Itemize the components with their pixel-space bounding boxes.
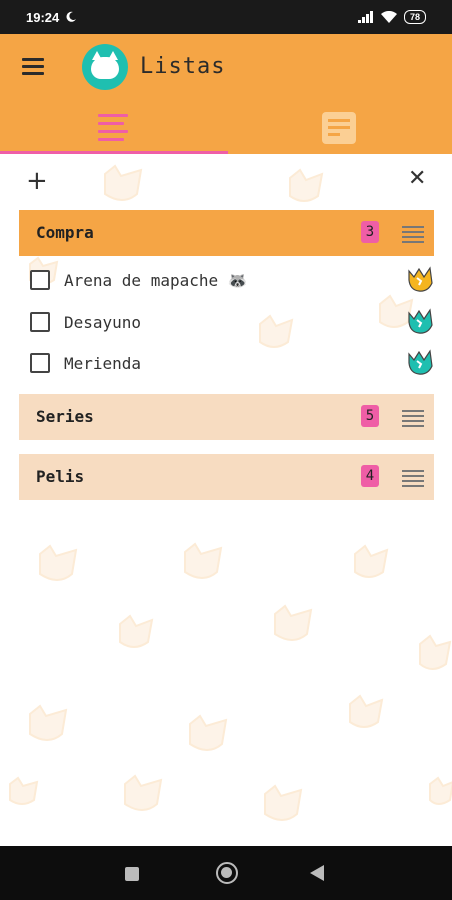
status-bar: 19:24 78 xyxy=(0,0,452,34)
background-pattern xyxy=(9,164,452,821)
do-not-disturb-icon xyxy=(66,11,77,22)
tab-lists[interactable] xyxy=(0,106,228,154)
tab-notes[interactable] xyxy=(228,106,452,154)
system-nav-bar xyxy=(0,846,452,900)
back-icon[interactable] xyxy=(310,865,324,881)
app-title: Listas xyxy=(140,54,226,79)
recents-icon[interactable] xyxy=(125,867,139,881)
add-list-button[interactable]: + xyxy=(26,168,48,194)
list-name: Compra xyxy=(36,223,94,242)
list-item: Desayuno xyxy=(30,307,434,337)
list-item: Merienda xyxy=(30,348,434,378)
close-button[interactable]: ✕ xyxy=(408,168,426,190)
item-label: Desayuno xyxy=(64,313,142,332)
status-icons: 78 xyxy=(357,10,426,24)
signal-icon xyxy=(357,11,373,23)
cat-avatar-icon[interactable] xyxy=(406,307,434,335)
list-item: Arena de mapache 🦝 xyxy=(30,265,434,295)
app-logo xyxy=(82,44,128,90)
list-header-compra[interactable]: Compra 3 xyxy=(19,210,434,256)
drag-handle-icon[interactable] xyxy=(402,226,424,246)
lists-content: + ✕ Compra 3 Arena de mapache 🦝 Desayuno… xyxy=(0,154,452,846)
item-checkbox[interactable] xyxy=(30,270,50,290)
wifi-icon xyxy=(380,11,397,23)
count-badge: 3 xyxy=(361,221,379,243)
list-name: Pelis xyxy=(36,467,85,486)
cat-icon xyxy=(91,51,119,79)
menu-icon[interactable] xyxy=(22,58,44,76)
count-badge: 4 xyxy=(361,465,379,487)
app-bar: Listas xyxy=(0,34,452,154)
count-badge: 5 xyxy=(361,405,379,427)
item-checkbox[interactable] xyxy=(30,312,50,332)
drag-handle-icon[interactable] xyxy=(402,410,424,430)
item-label: Merienda xyxy=(64,354,142,373)
battery-icon: 78 xyxy=(403,10,426,24)
list-header-series[interactable]: Series 5 xyxy=(19,394,434,440)
item-label: Arena de mapache 🦝 xyxy=(64,271,248,290)
cat-avatar-icon[interactable] xyxy=(406,348,434,376)
list-name: Series xyxy=(36,407,94,426)
home-icon[interactable] xyxy=(216,862,238,884)
lists-icon xyxy=(98,114,128,146)
item-checkbox[interactable] xyxy=(30,353,50,373)
cat-avatar-icon[interactable] xyxy=(406,265,434,293)
list-header-pelis[interactable]: Pelis 4 xyxy=(19,454,434,500)
status-time: 19:24 xyxy=(26,9,60,25)
drag-handle-icon[interactable] xyxy=(402,470,424,490)
notes-icon xyxy=(322,112,356,144)
